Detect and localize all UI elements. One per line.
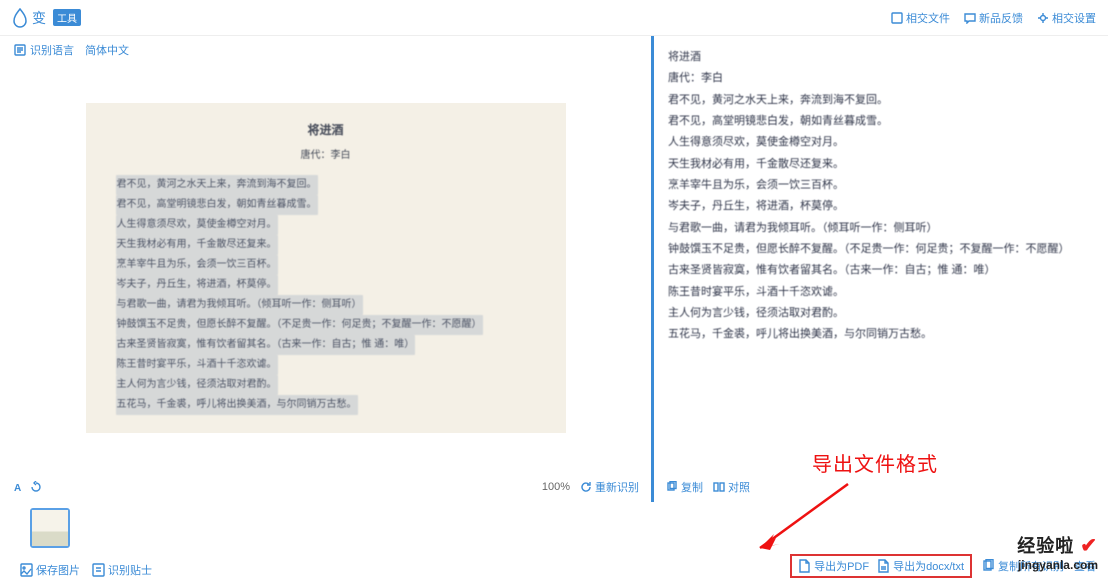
tip-icon xyxy=(92,563,105,577)
text-a-icon[interactable]: A xyxy=(12,481,24,493)
logo-text: 变 xyxy=(32,8,46,28)
settings-link[interactable]: 相交设置 xyxy=(1037,10,1096,26)
left-pane: 识别语言 简体中文 将进酒 唐代：李白 君不见，黄河之水天上来，奔流到海不复回。… xyxy=(0,36,654,502)
doc-line: 君不见，黄河之水天上来，奔流到海不复回。 xyxy=(116,175,536,195)
result-line: 唐代：李白 xyxy=(668,68,1094,88)
left-header: 识别语言 简体中文 xyxy=(0,36,651,64)
document-page: 将进酒 唐代：李白 君不见，黄河之水天上来，奔流到海不复回。君不见，高堂明镜悲白… xyxy=(86,103,566,433)
svg-text:A: A xyxy=(14,483,21,493)
reocr-button[interactable]: 重新识别 xyxy=(580,479,639,495)
left-footer: A 100% 重新识别 xyxy=(0,472,651,502)
result-line: 五花马，千金裘，呼儿将出换美酒，与尔同销万古愁。 xyxy=(668,324,1094,344)
refresh-icon xyxy=(580,481,592,493)
zoom-percent: 100% xyxy=(542,481,570,493)
bottom-bar: 保存图片 识别贴士 导出为PDF 导出为docx/txt 复制所有识别 查看 xyxy=(0,536,1108,584)
result-line: 烹羊宰牛且为乐，会须一饮三百杯。 xyxy=(668,175,1094,195)
logo-icon xyxy=(12,8,28,28)
doc-line: 君不见，高堂明镜悲白发，朝如青丝暮成雪。 xyxy=(116,195,536,215)
feedback-link[interactable]: 新品反馈 xyxy=(964,10,1023,26)
ocr-result[interactable]: 将进酒唐代：李白君不见，黄河之水天上来，奔流到海不复回。君不见，高堂明镜悲白发，… xyxy=(654,36,1108,472)
copy-button[interactable]: 复制 xyxy=(666,479,703,495)
check-icon: ✔ xyxy=(1080,535,1098,557)
doc-line: 天生我材必有用，千金散尽还复来。 xyxy=(116,235,536,255)
right-pane: 将进酒唐代：李白君不见，黄河之水天上来，奔流到海不复回。君不见，高堂明镜悲白发，… xyxy=(654,36,1108,502)
doc-line: 陈王昔时宴平乐，斗酒十千恣欢谑。 xyxy=(116,355,536,375)
result-line: 钟鼓馔玉不足贵，但愿长醉不复醒。（不足贵一作：何足贵；不复醒一作：不愿醒） xyxy=(668,239,1094,259)
main: 识别语言 简体中文 将进酒 唐代：李白 君不见，黄河之水天上来，奔流到海不复回。… xyxy=(0,36,1108,502)
export-docx-button[interactable]: 导出为docx/txt xyxy=(877,558,964,574)
lang-value[interactable]: 简体中文 xyxy=(85,42,129,58)
bottom-left: 保存图片 识别贴士 xyxy=(20,562,152,578)
annotation-text: 导出文件格式 xyxy=(812,448,938,477)
doc-line: 人生得意须尽欢，莫使金樽空对月。 xyxy=(116,215,536,235)
settings-label: 相交设置 xyxy=(1052,10,1096,26)
result-line: 主人何为言少钱，径须沽取对君酌。 xyxy=(668,303,1094,323)
export-pdf-button[interactable]: 导出为PDF xyxy=(798,558,869,574)
export-highlight-box: 导出为PDF 导出为docx/txt xyxy=(790,554,972,578)
lang-label: 识别语言 xyxy=(30,42,74,58)
upload-label: 相交文件 xyxy=(906,10,950,26)
compare-icon xyxy=(713,481,725,493)
docx-icon xyxy=(877,559,890,573)
result-line: 君不见，黄河之水天上来，奔流到海不复回。 xyxy=(668,90,1094,110)
result-line: 陈王昔时宴平乐，斗酒十千恣欢谑。 xyxy=(668,282,1094,302)
result-line: 天生我材必有用，千金散尽还复来。 xyxy=(668,154,1094,174)
doc-line: 钟鼓馔玉不足贵，但愿长醉不复醒。（不足贵一作：何足贵；不复醒一作：不愿醒） xyxy=(116,315,536,335)
upload-link[interactable]: 相交文件 xyxy=(891,10,950,26)
export-pdf-label: 导出为PDF xyxy=(814,558,869,574)
reocr-label: 重新识别 xyxy=(595,479,639,495)
wm-text: 经验啦 xyxy=(1017,536,1074,556)
doc-title: 将进酒 xyxy=(116,121,536,138)
result-line: 岑夫子，丹丘生，将进酒，杯莫停。 xyxy=(668,196,1094,216)
ocr-tip-label: 识别贴士 xyxy=(108,562,152,578)
upload-icon xyxy=(891,12,903,24)
doc-line: 主人何为言少钱，径须沽取对君酌。 xyxy=(116,375,536,395)
document-viewer[interactable]: 将进酒 唐代：李白 君不见，黄河之水天上来，奔流到海不复回。君不见，高堂明镜悲白… xyxy=(0,64,651,472)
result-line: 古来圣贤皆寂寞，惟有饮者留其名。（古来一作：自古；惟 通：唯） xyxy=(668,260,1094,280)
save-image-button[interactable]: 保存图片 xyxy=(20,562,80,578)
doc-line: 岑夫子，丹丘生，将进酒，杯莫停。 xyxy=(116,275,536,295)
copy-label: 复制 xyxy=(681,479,703,495)
settings-icon xyxy=(1037,12,1049,24)
ocr-tip-button[interactable]: 识别贴士 xyxy=(92,562,152,578)
logo: 变 工具 xyxy=(12,8,81,28)
watermark: 经验啦 ✔ jingyanla.com xyxy=(1017,532,1098,572)
result-line: 将进酒 xyxy=(668,47,1094,67)
result-line: 人生得意须尽欢，莫使金樽空对月。 xyxy=(668,132,1094,152)
save-image-label: 保存图片 xyxy=(36,562,80,578)
export-docx-label: 导出为docx/txt xyxy=(893,558,964,574)
language-icon xyxy=(14,44,26,56)
result-line: 君不见，高堂明镜悲白发，朝如青丝暮成雪。 xyxy=(668,111,1094,131)
doc-line: 与君歌一曲，请君为我倾耳听。（倾耳听一作：侧耳听） xyxy=(116,295,536,315)
doc-line: 古来圣贤皆寂寞，惟有饮者留其名。（古来一作：自古；惟 通：唯） xyxy=(116,335,536,355)
doc-line: 五花马，千金裘，呼儿将出换美酒，与尔同销万古愁。 xyxy=(116,395,536,415)
pdf-icon xyxy=(798,559,811,573)
copy-all-icon xyxy=(982,559,995,573)
top-links: 相交文件 新品反馈 相交设置 xyxy=(891,10,1096,26)
logo-badge: 工具 xyxy=(53,9,81,26)
feedback-icon xyxy=(964,12,976,24)
image-icon xyxy=(20,563,33,577)
copy-icon xyxy=(666,481,678,493)
doc-line: 烹羊宰牛且为乐，会须一饮三百杯。 xyxy=(116,255,536,275)
wm-url: jingyanla.com xyxy=(1017,558,1098,572)
top-bar: 变 工具 相交文件 新品反馈 相交设置 xyxy=(0,0,1108,36)
result-line: 与君歌一曲，请君为我倾耳听。（倾耳听一作：侧耳听） xyxy=(668,218,1094,238)
doc-author: 唐代：李白 xyxy=(116,146,536,161)
feedback-label: 新品反馈 xyxy=(979,10,1023,26)
rotate-icon[interactable] xyxy=(30,481,42,493)
